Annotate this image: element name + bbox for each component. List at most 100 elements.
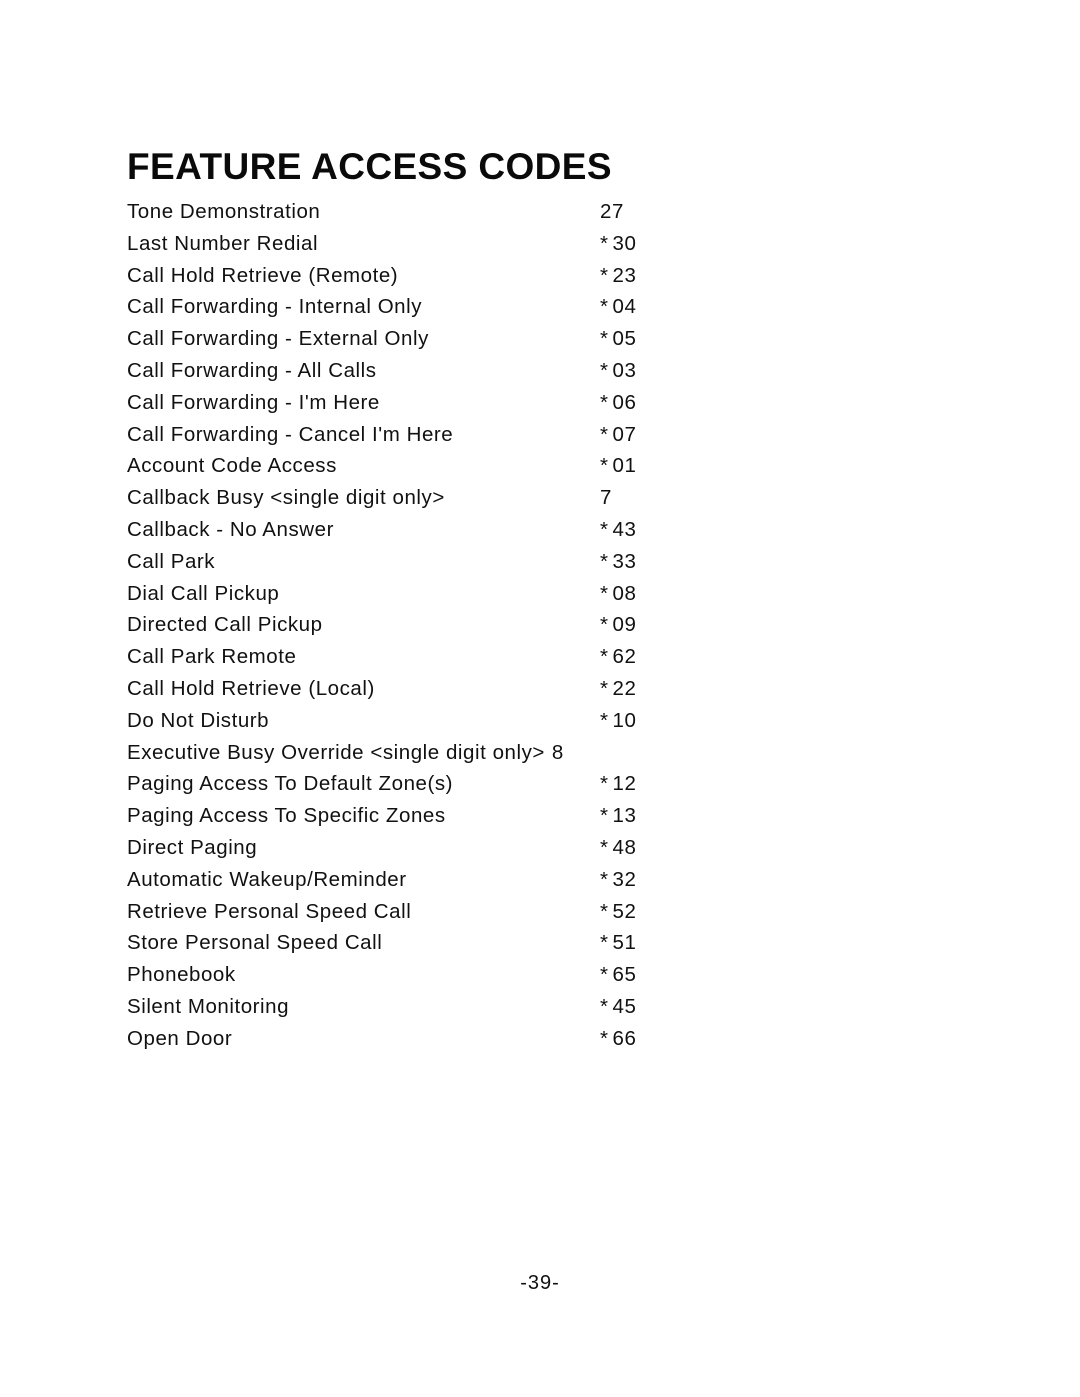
code-label: Call Hold Retrieve (Local) (127, 676, 375, 700)
code-number: 45 (612, 994, 637, 1018)
code-row: Call Forwarding - All Calls * 03 (127, 355, 687, 387)
code-value: * 48 (600, 832, 636, 864)
code-label: Callback - No Answer (127, 517, 334, 541)
code-label: Direct Paging (127, 835, 258, 859)
code-number: 52 (612, 899, 637, 923)
asterisk-prefix: * (600, 454, 609, 478)
code-number: 03 (612, 358, 637, 382)
asterisk-prefix: * (600, 613, 609, 637)
code-value: * 09 (600, 609, 636, 641)
code-number: 30 (612, 231, 637, 255)
code-label: Callback Busy <single digit only> (127, 486, 445, 510)
code-number: 62 (612, 645, 637, 669)
code-value: * 43 (600, 514, 636, 546)
code-value: * 30 (600, 228, 636, 260)
asterisk-prefix: * (600, 263, 609, 287)
code-row: Silent Monitoring * 45 (127, 991, 687, 1023)
asterisk-prefix: * (600, 1026, 609, 1050)
code-label: Call Forwarding - All Calls (127, 358, 377, 382)
code-row: Call Forwarding - External Only * 05 (127, 323, 687, 355)
code-value: * 23 (600, 260, 636, 292)
asterisk-prefix: * (600, 422, 609, 446)
code-number: 08 (612, 581, 637, 605)
code-row: Automatic Wakeup/Reminder * 32 (127, 864, 687, 896)
code-value: * 65 (600, 959, 636, 991)
code-number: 10 (612, 708, 637, 732)
code-value: * 13 (600, 800, 636, 832)
asterisk-prefix: * (600, 517, 609, 541)
code-label: Dial Call Pickup (127, 581, 280, 605)
code-row: Call Hold Retrieve (Local) * 22 (127, 673, 687, 705)
asterisk-prefix: * (600, 931, 609, 955)
code-row: Paging Access To Default Zone(s) * 12 (127, 768, 687, 800)
code-value: * 51 (600, 927, 636, 959)
code-number: 27 (600, 200, 624, 223)
asterisk-prefix: * (600, 295, 609, 319)
code-value: * 32 (600, 864, 636, 896)
asterisk-prefix: * (600, 867, 609, 891)
code-value: * 52 (600, 896, 636, 928)
code-number: 09 (612, 613, 637, 637)
code-value: * 03 (600, 355, 636, 387)
code-number: 22 (612, 676, 637, 700)
code-value: * 04 (600, 291, 636, 323)
code-row: Call Park Remote * 62 (127, 641, 687, 673)
code-label: Call Hold Retrieve (Remote) (127, 263, 399, 287)
code-value: * 10 (600, 705, 636, 737)
code-label: Call Forwarding - Internal Only (127, 295, 423, 319)
code-row: Call Forwarding - Internal Only * 04 (127, 291, 687, 323)
code-row: Paging Access To Specific Zones * 13 (127, 800, 687, 832)
code-number: 01 (612, 454, 637, 478)
code-value: * 05 (600, 323, 636, 355)
code-value: * 66 (600, 1023, 636, 1055)
code-row: Open Door * 66 (127, 1023, 687, 1055)
code-number: 65 (612, 963, 637, 987)
code-value: 7 (600, 482, 612, 514)
code-value: * 33 (600, 546, 636, 578)
asterisk-prefix: * (600, 835, 609, 859)
code-value: * 07 (600, 419, 636, 451)
code-row: Account Code Access * 01 (127, 450, 687, 482)
asterisk-prefix: * (600, 358, 609, 382)
code-number: 13 (612, 804, 637, 828)
code-number: 12 (612, 772, 637, 796)
code-row: Dial Call Pickup * 08 (127, 578, 687, 610)
code-row: Directed Call Pickup * 09 (127, 609, 687, 641)
code-row: Callback - No Answer * 43 (127, 514, 687, 546)
code-label: Paging Access To Specific Zones (127, 804, 446, 828)
code-row: Store Personal Speed Call * 51 (127, 927, 687, 959)
asterisk-prefix: * (600, 549, 609, 573)
code-value: * 06 (600, 387, 636, 419)
asterisk-prefix: * (600, 581, 609, 605)
code-label: Automatic Wakeup/Reminder (127, 867, 407, 891)
asterisk-prefix: * (600, 963, 609, 987)
code-number: 23 (612, 263, 637, 287)
code-row: Call Hold Retrieve (Remote) * 23 (127, 260, 687, 292)
code-number: 06 (612, 390, 637, 414)
code-value: * 12 (600, 768, 636, 800)
code-value: 27 (600, 196, 624, 228)
code-row: Last Number Redial * 30 (127, 228, 687, 260)
asterisk-prefix: * (600, 231, 609, 255)
code-label: Call Forwarding - I'm Here (127, 390, 380, 414)
code-number: 33 (612, 549, 637, 573)
code-row: Callback Busy <single digit only> 7 (127, 482, 687, 514)
code-value: 8 (552, 737, 564, 769)
code-row: Direct Paging * 48 (127, 832, 687, 864)
code-label: Paging Access To Default Zone(s) (127, 772, 454, 796)
code-row: Executive Busy Override <single digit on… (127, 737, 687, 769)
code-value: * 01 (600, 450, 636, 482)
code-number: 07 (612, 422, 637, 446)
code-row: Call Forwarding - I'm Here * 06 (127, 387, 687, 419)
asterisk-prefix: * (600, 676, 609, 700)
code-number: 51 (612, 931, 637, 955)
code-label: Executive Busy Override <single digit on… (127, 740, 545, 764)
code-row: Call Forwarding - Cancel I'm Here * 07 (127, 419, 687, 451)
code-label: Call Forwarding - External Only (127, 327, 429, 351)
code-number: 8 (551, 740, 564, 764)
code-row: Do Not Disturb * 10 (127, 705, 687, 737)
asterisk-prefix: * (600, 708, 609, 732)
page-number-footer: -39- (520, 1272, 560, 1294)
code-label: Retrieve Personal Speed Call (127, 899, 412, 923)
code-label: Call Forwarding - Cancel I'm Here (127, 422, 454, 446)
